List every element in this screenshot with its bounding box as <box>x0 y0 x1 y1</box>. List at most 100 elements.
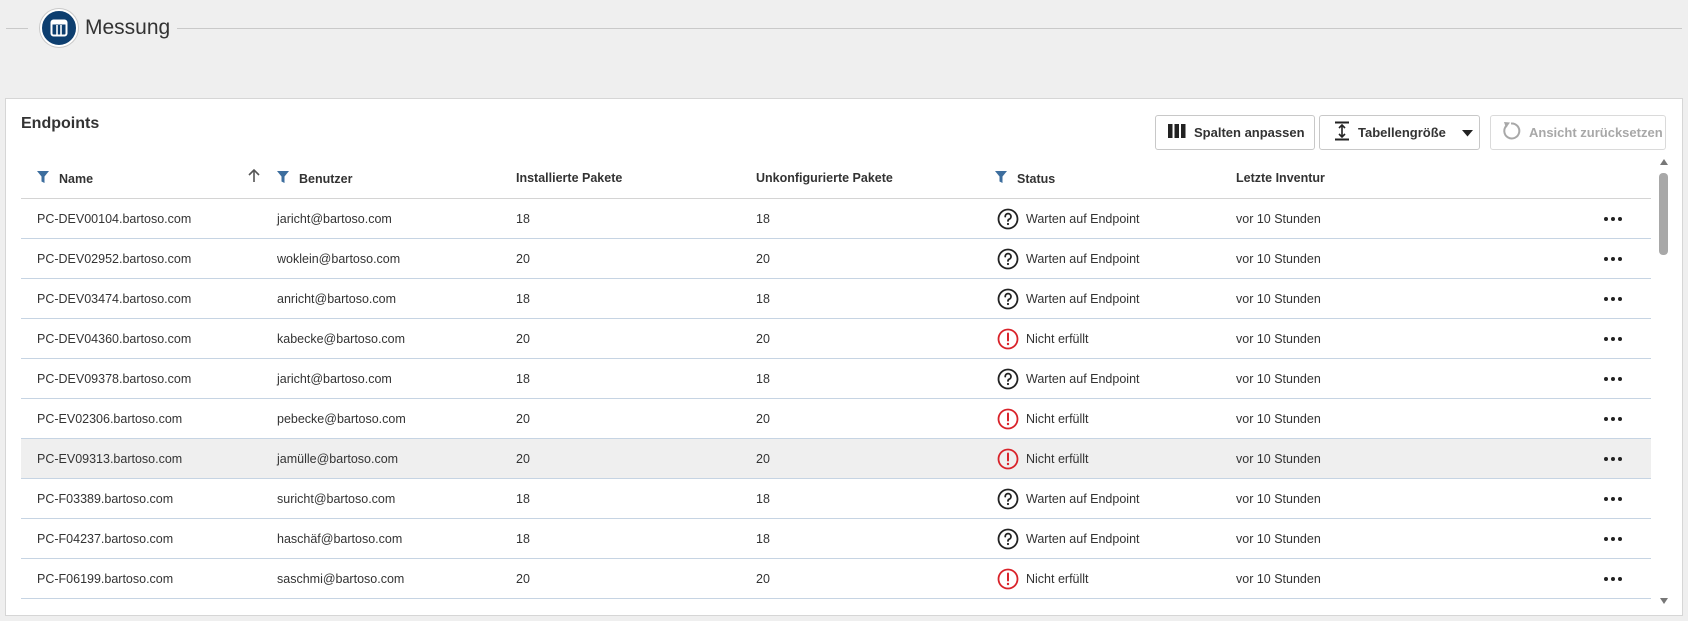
table-row[interactable]: PC-F06199.bartoso.com saschmi@bartoso.com… <box>21 559 1651 599</box>
endpoint-name: PC-DEV09378.bartoso.com <box>37 372 192 386</box>
filter-icon[interactable] <box>277 171 289 186</box>
adjust-columns-button[interactable]: Spalten anpassen <box>1155 115 1315 150</box>
last-inventory: vor 10 Stunden <box>1236 492 1321 506</box>
scrollbar-thumb[interactable] <box>1659 173 1668 255</box>
table-row[interactable]: PC-DEV02952.bartoso.com woklein@bartoso.c… <box>21 239 1651 279</box>
more-actions-icon[interactable] <box>1602 289 1624 309</box>
last-inventory: vor 10 Stunden <box>1236 332 1321 346</box>
endpoint-name: PC-EV02306.bartoso.com <box>37 412 183 426</box>
endpoint-user: kabecke@bartoso.com <box>277 332 406 346</box>
column-header-installed[interactable]: Installierte Pakete <box>516 171 622 185</box>
reset-view-button[interactable]: Ansicht zurücksetzen <box>1490 115 1666 150</box>
more-actions-icon[interactable] <box>1602 569 1624 589</box>
question-circle-icon <box>997 248 1026 270</box>
last-inventory: vor 10 Stunden <box>1236 412 1321 426</box>
status-text: Nicht erfüllt <box>1026 572 1089 586</box>
endpoint-user: pebecke@bartoso.com <box>277 412 406 426</box>
table-row[interactable]: PC-DEV03474.bartoso.com anricht@bartoso.c… <box>21 279 1651 319</box>
installed-packages: 18 <box>516 492 530 506</box>
caret-down-icon <box>1461 125 1473 140</box>
column-header-unconfigured[interactable]: Unkonfigurierte Pakete <box>756 171 893 185</box>
filter-icon[interactable] <box>995 171 1007 186</box>
question-circle-icon <box>997 528 1026 550</box>
header-divider-left <box>6 28 28 29</box>
scroll-down-arrow-icon[interactable] <box>1660 598 1668 604</box>
endpoint-name: PC-DEV00104.bartoso.com <box>37 212 192 226</box>
table-size-button[interactable]: Tabellengröße <box>1319 115 1480 150</box>
last-inventory: vor 10 Stunden <box>1236 452 1321 466</box>
installed-packages: 20 <box>516 572 530 586</box>
table-row[interactable]: PC-EV02306.bartoso.com pebecke@bartoso.co… <box>21 399 1651 439</box>
status-cell: Warten auf Endpoint <box>997 288 1140 310</box>
endpoint-name: PC-F04237.bartoso.com <box>37 532 174 546</box>
endpoint-name: PC-F03389.bartoso.com <box>37 492 174 506</box>
table-size-label: Tabellengröße <box>1358 125 1446 140</box>
endpoint-user: jamülle@bartoso.com <box>277 452 399 466</box>
endpoint-user: jaricht@bartoso.com <box>277 212 392 226</box>
unconfigured-packages: 18 <box>756 532 770 546</box>
status-text: Warten auf Endpoint <box>1026 212 1140 226</box>
status-cell: Warten auf Endpoint <box>997 208 1140 230</box>
reset-view-label: Ansicht zurücksetzen <box>1529 125 1663 140</box>
table-row[interactable]: PC-DEV09378.bartoso.com jaricht@bartoso.c… <box>21 359 1651 399</box>
column-label-unconfigured: Unkonfigurierte Pakete <box>756 171 893 185</box>
endpoint-user: haschäf@bartoso.com <box>277 532 403 546</box>
last-inventory: vor 10 Stunden <box>1236 252 1321 266</box>
column-label-name: Name <box>59 171 94 186</box>
column-header-user[interactable]: Benutzer <box>277 171 352 186</box>
error-circle-icon <box>997 448 1026 470</box>
more-actions-icon[interactable] <box>1602 449 1624 469</box>
installed-packages: 20 <box>516 452 530 466</box>
error-circle-icon <box>997 328 1026 350</box>
endpoint-user: suricht@bartoso.com <box>277 492 396 506</box>
unconfigured-packages: 20 <box>756 572 770 586</box>
unconfigured-packages: 18 <box>756 492 770 506</box>
last-inventory: vor 10 Stunden <box>1236 372 1321 386</box>
more-actions-icon[interactable] <box>1602 249 1624 269</box>
last-inventory: vor 10 Stunden <box>1236 292 1321 306</box>
status-text: Warten auf Endpoint <box>1026 492 1140 506</box>
filter-icon[interactable] <box>37 171 49 186</box>
page-title: Messung <box>85 16 171 39</box>
table-row[interactable]: PC-F03389.bartoso.com suricht@bartoso.com… <box>21 479 1651 519</box>
more-actions-icon[interactable] <box>1602 489 1624 509</box>
columns-icon <box>1168 124 1186 141</box>
endpoint-user: saschmi@bartoso.com <box>277 572 405 586</box>
endpoint-name: PC-DEV03474.bartoso.com <box>37 292 192 306</box>
status-text: Nicht erfüllt <box>1026 332 1089 346</box>
installed-packages: 20 <box>516 412 530 426</box>
more-actions-icon[interactable] <box>1602 369 1624 389</box>
column-label-installed: Installierte Pakete <box>516 171 623 185</box>
panel-title: Endpoints <box>21 115 100 132</box>
status-text: Warten auf Endpoint <box>1026 252 1140 266</box>
unconfigured-packages: 18 <box>756 212 770 226</box>
installed-packages: 18 <box>516 292 530 306</box>
unconfigured-packages: 20 <box>756 452 770 466</box>
table-row[interactable]: PC-F04237.bartoso.com haschäf@bartoso.com… <box>21 519 1651 559</box>
unconfigured-packages: 18 <box>756 292 770 306</box>
scroll-up-arrow-icon[interactable] <box>1660 159 1668 165</box>
more-actions-icon[interactable] <box>1602 409 1624 429</box>
more-actions-icon[interactable] <box>1602 529 1624 549</box>
sort-ascending-icon[interactable] <box>248 168 260 182</box>
column-header-status[interactable]: Status <box>995 171 1055 186</box>
page-header: Messung <box>0 0 1688 60</box>
table-row[interactable]: PC-DEV00104.bartoso.com jaricht@bartoso.c… <box>21 199 1651 239</box>
status-text: Warten auf Endpoint <box>1026 372 1140 386</box>
more-actions-icon[interactable] <box>1602 209 1624 229</box>
error-circle-icon <box>997 568 1026 590</box>
status-cell: Nicht erfüllt <box>997 568 1089 590</box>
status-text: Warten auf Endpoint <box>1026 532 1140 546</box>
unconfigured-packages: 18 <box>756 372 770 386</box>
column-header-inventory[interactable]: Letzte Inventur <box>1236 171 1325 185</box>
vertical-scrollbar[interactable] <box>1657 159 1671 607</box>
table-row[interactable]: PC-EV09313.bartoso.com jamülle@bartoso.co… <box>21 439 1651 479</box>
status-cell: Nicht erfüllt <box>997 448 1089 470</box>
endpoint-user: jaricht@bartoso.com <box>277 372 392 386</box>
column-header-name[interactable]: Name <box>37 171 93 186</box>
table-row[interactable]: PC-DEV04360.bartoso.com kabecke@bartoso.c… <box>21 319 1651 359</box>
more-actions-icon[interactable] <box>1602 329 1624 349</box>
column-label-user: Benutzer <box>299 171 353 186</box>
installed-packages: 18 <box>516 372 530 386</box>
calculator-icon <box>40 9 78 47</box>
